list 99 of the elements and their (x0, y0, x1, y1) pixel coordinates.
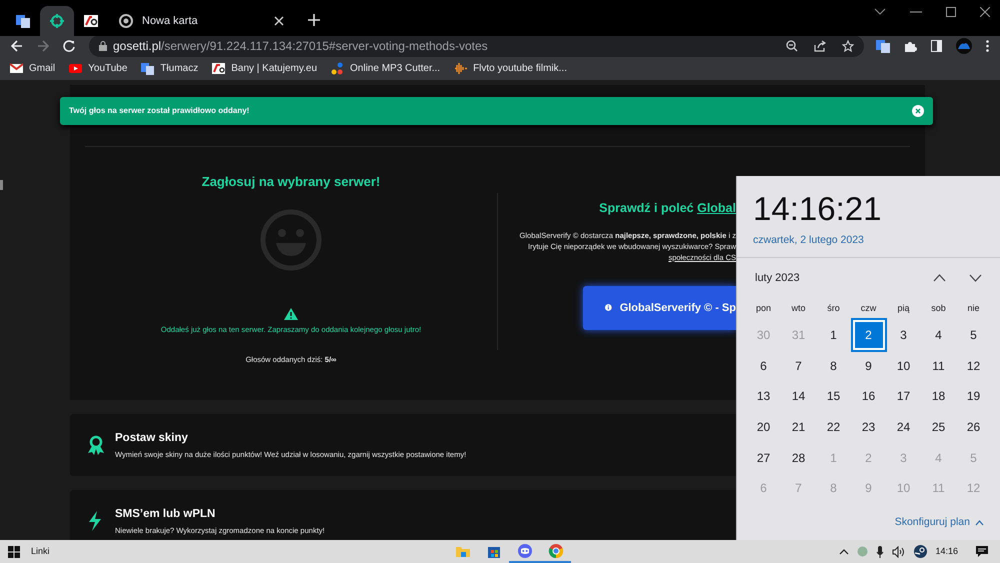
chevron-up-icon (975, 520, 984, 526)
calendar-day[interactable]: 27 (748, 442, 780, 473)
weekday-label: pon (756, 302, 772, 316)
calendar-day[interactable]: 21 (782, 412, 814, 442)
warning-icon (284, 308, 298, 320)
browser-tab[interactable] (40, 6, 74, 36)
clock[interactable]: 14:16 (935, 544, 958, 558)
bookmark[interactable]: Tłumacz (141, 61, 198, 76)
discord-icon (516, 542, 532, 558)
calendar-day[interactable]: 6 (748, 350, 780, 381)
weekday-label: śro (827, 302, 840, 316)
calendar-day[interactable]: 16 (852, 381, 884, 412)
puzzle-icon[interactable] (904, 40, 917, 52)
close-icon[interactable] (274, 16, 284, 26)
bookmark[interactable]: Online MP3 Cutter... (331, 61, 440, 76)
calendar-day[interactable]: 8 (818, 350, 850, 381)
zoom-out-icon[interactable] (786, 40, 798, 52)
volume-icon[interactable] (892, 546, 906, 558)
bookmark[interactable]: YouTube (69, 61, 128, 76)
date-link[interactable]: czwartek, 2 lutego 2023 (753, 233, 1000, 249)
chevron-down-icon[interactable] (969, 274, 982, 282)
notification-message: Twój głos na serwer został prawidłowo oddany! (69, 105, 250, 117)
calendar-day[interactable]: 28 (782, 442, 814, 473)
url-text: gosetti.pl/serwery/91.224.117.134:27015#server-voting-methods-votes (113, 38, 489, 55)
translate-icon[interactable] (876, 39, 890, 53)
calendar-day[interactable]: 25 (922, 412, 954, 442)
toolbar-label[interactable]: Linki (31, 544, 50, 558)
close-icon[interactable] (980, 7, 990, 17)
notification-icon[interactable] (976, 546, 988, 557)
calendar-day[interactable]: 11 (922, 350, 954, 381)
calendar-day[interactable]: 23 (852, 412, 884, 442)
weekday-label: sob (931, 302, 946, 316)
calendar-day[interactable]: 18 (922, 381, 954, 412)
calendar-day[interactable]: 13 (748, 381, 780, 412)
clock-time: 14:16:21 (753, 191, 882, 227)
dots-icon (331, 62, 344, 75)
calendar-day[interactable]: 12 (958, 350, 990, 381)
section-title: Sprawdź i poleć Global (599, 200, 736, 217)
microphone-icon[interactable] (876, 546, 884, 558)
address-bar[interactable]: gosetti.pl/serwery/91.224.117.134:27015#server-voting-methods-votes (89, 35, 864, 57)
share-icon[interactable] (814, 40, 826, 52)
section-title: Zagłosuj na wybrany serwer! (202, 173, 380, 191)
minimize-icon[interactable] (910, 11, 922, 13)
bookmark[interactable]: Flvto youtube filmik... (454, 61, 567, 76)
translate-icon (141, 62, 154, 75)
new-tab-icon[interactable] (308, 14, 320, 26)
menu-icon[interactable] (986, 40, 989, 52)
crosshair-icon (49, 13, 65, 29)
sidebar-icon[interactable] (931, 40, 942, 52)
chevron-up-icon[interactable] (933, 274, 946, 282)
calendar-day[interactable]: 17 (888, 381, 920, 412)
calendar-day[interactable]: 26 (958, 412, 990, 442)
windows-icon[interactable] (8, 546, 20, 558)
chevron-down-icon[interactable] (874, 8, 886, 16)
weekday-label: nie (967, 302, 980, 316)
translate-icon (15, 13, 31, 29)
calendar-day[interactable]: 7 (782, 350, 814, 381)
calendar-day[interactable]: 19 (958, 381, 990, 412)
calendar-day[interactable]: 15 (818, 381, 850, 412)
footer-link[interactable]: Skonfiguruj plan (894, 515, 984, 531)
calendar-day[interactable]: 1 (818, 320, 850, 350)
back-icon[interactable] (11, 40, 23, 52)
weekday-label: wto (791, 302, 806, 316)
feature-title: Postaw skiny (115, 430, 189, 446)
weekday-label: pią (897, 302, 910, 316)
reload-icon[interactable] (63, 40, 75, 52)
avatar-icon[interactable] (956, 38, 972, 54)
maximize-icon[interactable] (946, 7, 956, 17)
calendar-day[interactable]: 2 (852, 320, 884, 350)
calendar-day[interactable]: 9 (852, 350, 884, 381)
weekday-label: czw (860, 302, 876, 316)
calendar-day[interactable]: 4 (922, 320, 954, 350)
info-button[interactable]: GlobalServerify © - Sp (583, 286, 736, 330)
info-icon (605, 303, 612, 312)
waveform-icon (454, 62, 468, 75)
bookmark[interactable]: Bany | Katujemy.eu (212, 61, 318, 76)
forward-icon[interactable] (37, 40, 49, 52)
browser-tab[interactable]: Nowa karta (108, 6, 294, 36)
month-title[interactable]: luty 2023 (755, 270, 933, 286)
award-icon (87, 435, 105, 455)
tab-title: Nowa karta (142, 14, 199, 29)
calendar-day[interactable]: 5 (958, 320, 990, 350)
calendar-day[interactable]: 20 (748, 412, 780, 442)
calendar-day[interactable]: 3 (888, 320, 920, 350)
play-icon (69, 62, 82, 75)
chevron-up-icon[interactable] (839, 548, 850, 554)
bookmark[interactable]: Gmail (10, 61, 56, 76)
logo-icon (83, 13, 99, 29)
smiley-icon (259, 208, 323, 272)
calendar-day[interactable]: 10 (888, 350, 920, 381)
feature-title: SMS’em lub wPLN (115, 506, 216, 522)
calendar-day[interactable]: 14 (782, 381, 814, 412)
calendar-day[interactable]: 24 (888, 412, 920, 442)
star-icon[interactable] (842, 40, 854, 52)
logo-icon (212, 62, 226, 75)
calendar-day[interactable]: 22 (818, 412, 850, 442)
steam-icon[interactable] (914, 545, 928, 558)
mail-icon (10, 62, 23, 75)
lock-icon (99, 41, 107, 51)
